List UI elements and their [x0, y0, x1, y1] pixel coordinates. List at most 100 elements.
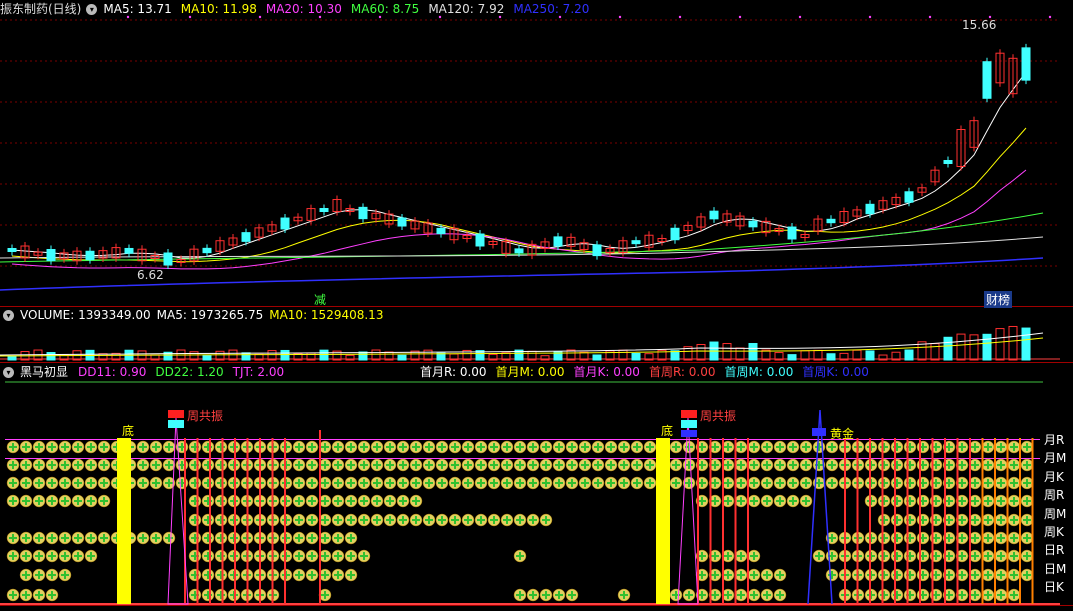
di-bar: [656, 438, 670, 604]
volume-bars: [0, 325, 1044, 361]
candle-body: [514, 248, 524, 254]
di-label-1: 底: [122, 424, 135, 438]
row-label-3: 周R: [1044, 488, 1065, 503]
volume-bar: [358, 351, 368, 361]
volume-bar: [319, 349, 329, 361]
row-label-2: 月K: [1044, 469, 1064, 484]
candle-body: [709, 210, 719, 220]
top-dot: [798, 15, 802, 19]
candle-body: [631, 240, 641, 245]
low-price-label: 6.62: [137, 268, 164, 282]
volume-bar: [631, 352, 641, 361]
volume-bar: [735, 347, 745, 361]
moving-averages: [0, 15, 1052, 291]
volume-bar: [670, 350, 680, 361]
candle-body: [319, 208, 329, 212]
top-dot: [188, 15, 192, 19]
row-label-1: 月M: [1044, 451, 1067, 466]
candle-body: [124, 247, 134, 254]
signal-top-line: [5, 439, 1040, 440]
candles: [7, 43, 1031, 269]
di-bar: [117, 438, 131, 604]
resonance-box: [681, 410, 697, 418]
candle-body: [280, 217, 290, 230]
candle-body: [358, 206, 368, 220]
top-dot: [498, 15, 502, 19]
volume-bar: [202, 355, 212, 361]
top-dot: [126, 15, 130, 19]
volume-bar: [722, 343, 732, 361]
volume-bar: [956, 333, 966, 361]
candle-body: [748, 220, 758, 228]
row-label-5: 周K: [1044, 525, 1064, 539]
zhou-gong-zhen-label-1: 周共振: [187, 409, 224, 423]
top-dot: [868, 15, 872, 19]
ma120-line: [0, 236, 1044, 259]
resonance-box: [681, 430, 697, 437]
candle-body: [904, 191, 914, 203]
candle-body: [85, 250, 95, 261]
volume-bar: [1021, 327, 1031, 361]
ma-hidden: [12, 64, 1026, 261]
high-price-label: 15.66: [962, 18, 997, 32]
row-label-7: 日M: [1044, 561, 1067, 576]
resonance-box: [168, 420, 184, 428]
volume-bar: [826, 353, 836, 361]
volume-ma5: [0, 332, 1044, 356]
volume-bar: [995, 328, 1005, 361]
volume-bar: [397, 354, 407, 361]
volume-bar: [748, 343, 758, 361]
volume-bar: [787, 354, 797, 361]
volume-bar: [982, 333, 992, 361]
di-label-2: 底: [661, 424, 674, 438]
candle-body: [241, 232, 251, 242]
top-dot: [258, 15, 262, 19]
top-dot: [558, 15, 562, 19]
top-dot: [678, 15, 682, 19]
candle-body: [1021, 47, 1031, 81]
row-label-0: 月R: [1044, 433, 1065, 447]
candle-body: [397, 217, 407, 227]
row-label-4: 周M: [1044, 506, 1067, 521]
candle-body: [46, 248, 56, 262]
top-dot: [928, 15, 932, 19]
volume-bar: [865, 350, 875, 361]
candle-body: [943, 160, 953, 164]
signal-panel: [5, 409, 1040, 605]
top-dot: [318, 15, 322, 19]
candle-body: [865, 203, 875, 215]
volume-bar: [1008, 325, 1018, 361]
caibang-marker[interactable]: 财榜: [984, 291, 1013, 308]
volume-bar: [904, 349, 914, 361]
top-dot: [438, 15, 442, 19]
volume-bar: [969, 334, 979, 361]
candle-body: [592, 244, 602, 257]
row-label-8: 日K: [1044, 580, 1064, 595]
volume-bar: [241, 352, 251, 361]
candle-body: [7, 248, 17, 252]
candle-body: [163, 252, 173, 266]
ma5-line: [11, 71, 1027, 259]
resonance-box: [681, 420, 697, 428]
candle-body: [553, 236, 563, 247]
golden-box: [812, 428, 826, 436]
resonance-box: [168, 410, 184, 418]
top-dot: [1048, 15, 1052, 19]
top-dot: [738, 15, 742, 19]
volume-bar: [46, 352, 56, 361]
candle-body: [202, 247, 212, 254]
volume-bar: [7, 355, 17, 361]
huang-jin-label: 黄金: [830, 427, 855, 441]
top-dot: [378, 15, 382, 19]
jian-marker: 减: [314, 293, 327, 307]
volume-bar: [943, 336, 953, 361]
row-label-6: 日R: [1044, 543, 1065, 558]
candle-body: [826, 218, 836, 224]
candle-body: [475, 233, 485, 247]
candle-body: [436, 227, 446, 235]
top-dot: [618, 15, 622, 19]
candle-body: [982, 61, 992, 99]
candle-body: [670, 227, 680, 241]
volume-bar: [696, 344, 706, 361]
zhou-gong-zhen-label-2: 周共振: [700, 409, 737, 423]
